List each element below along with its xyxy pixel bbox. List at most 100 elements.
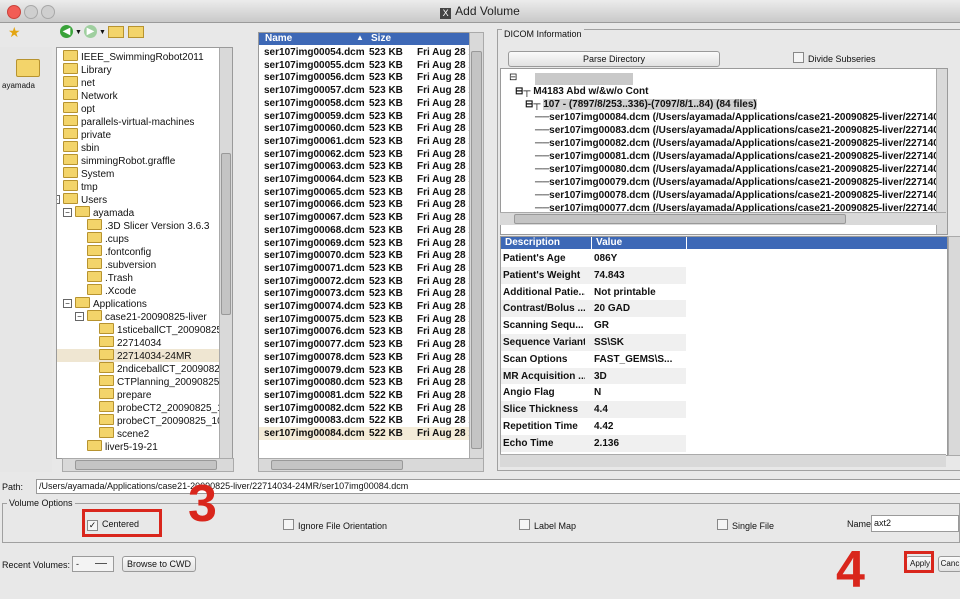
file-row[interactable]: ser107img00055.dcm 523 KB Fri Aug 28 1: [259, 59, 469, 72]
tags-table-hscroll[interactable]: [500, 454, 946, 467]
file-row[interactable]: ser107img00059.dcm 523 KB Fri Aug 28 1: [259, 110, 469, 123]
folder-tree-item[interactable]: .fontconfig: [87, 245, 151, 258]
file-row[interactable]: ser107img00077.dcm 523 KB Fri Aug 28 1: [259, 338, 469, 351]
folder-tree-item[interactable]: 22714034: [99, 336, 162, 349]
folder-tree-item[interactable]: .subversion: [87, 258, 156, 271]
folder-tree-item[interactable]: − case21-20090825-liver: [75, 310, 207, 323]
series-file-node[interactable]: ──ser107img00079.dcm (/Users/ayamada/App…: [535, 177, 947, 188]
folder-tree-hscroll-thumb[interactable]: [75, 460, 217, 470]
collapse-toggle-icon[interactable]: −: [75, 312, 84, 321]
folder-tree-item[interactable]: liver5-19-21: [87, 440, 158, 453]
tags-table-vscroll[interactable]: [948, 236, 960, 456]
file-row[interactable]: ser107img00084.dcm 522 KB Fri Aug 28 1: [259, 427, 469, 440]
folder-tree-hscroll[interactable]: [62, 458, 234, 472]
value-column-header[interactable]: Value: [596, 237, 622, 248]
folder-tree-item[interactable]: .cups: [87, 232, 129, 245]
file-row[interactable]: ser107img00079.dcm 523 KB Fri Aug 28 1: [259, 364, 469, 377]
folder-tree-item[interactable]: IEEE_SwimmingRobot2011: [63, 50, 204, 63]
tag-row[interactable]: Echo Time 2.136: [501, 434, 686, 453]
file-row[interactable]: ser107img00075.dcm 523 KB Fri Aug 28 1: [259, 313, 469, 326]
folder-tree-item[interactable]: simmingRobot.graffle: [63, 154, 175, 167]
file-row[interactable]: ser107img00073.dcm 523 KB Fri Aug 28 1: [259, 287, 469, 300]
series-file-node[interactable]: ──ser107img00080.dcm (/Users/ayamada/App…: [535, 164, 947, 175]
series-node[interactable]: ⊟┬ 107 - (7897/8/253..336)-(7097/8/1..84…: [525, 99, 757, 110]
file-row[interactable]: ser107img00072.dcm 523 KB Fri Aug 28 1: [259, 275, 469, 288]
file-row[interactable]: ser107img00082.dcm 522 KB Fri Aug 28 1: [259, 402, 469, 415]
file-row[interactable]: ser107img00060.dcm 523 KB Fri Aug 28 1: [259, 122, 469, 135]
file-row[interactable]: ser107img00068.dcm 523 KB Fri Aug 28 1: [259, 224, 469, 237]
home-folder-icon[interactable]: [16, 59, 40, 77]
file-row[interactable]: ser107img00057.dcm 523 KB Fri Aug 28 1: [259, 84, 469, 97]
forward-arrow-icon[interactable]: ▶: [84, 25, 97, 38]
file-row[interactable]: ser107img00065.dcm 523 KB Fri Aug 28 1: [259, 186, 469, 199]
ignore-orientation-checkbox[interactable]: Ignore File Orientation: [283, 519, 387, 531]
file-row[interactable]: ser107img00069.dcm 523 KB Fri Aug 28 1: [259, 237, 469, 250]
folder-tree-scroll-thumb[interactable]: [221, 153, 231, 315]
divide-subseries-checkbox[interactable]: Divide Subseries: [793, 52, 876, 64]
name-column-header[interactable]: Name: [265, 33, 292, 44]
name-input[interactable]: axt2: [871, 515, 959, 532]
back-arrow-icon[interactable]: ◀: [60, 25, 73, 38]
tag-row[interactable]: Patient's Age 086Y: [501, 250, 686, 268]
folder-tree-item[interactable]: .3D Slicer Version 3.6.3: [87, 219, 210, 232]
new-folder-icon[interactable]: [128, 26, 144, 38]
file-row[interactable]: ser107img00081.dcm 522 KB Fri Aug 28 1: [259, 389, 469, 402]
favorites-star-icon[interactable]: ★: [8, 24, 21, 41]
folder-tree-item[interactable]: 22714034-24MR: [57, 349, 232, 362]
series-file-node[interactable]: ──ser107img00082.dcm (/Users/ayamada/App…: [535, 138, 947, 149]
divide-subseries-box[interactable]: [793, 52, 804, 63]
file-list-vscroll[interactable]: [469, 32, 484, 459]
folder-tree-item[interactable]: System: [63, 167, 114, 180]
folder-tree-item[interactable]: private: [63, 128, 111, 141]
forward-dropdown-icon[interactable]: ▼: [99, 29, 106, 36]
tag-row[interactable]: Repetition Time 4.42: [501, 418, 686, 436]
folder-tree-item[interactable]: net: [63, 76, 95, 89]
folder-tree-item[interactable]: probeCT_20090825_10: [99, 414, 223, 427]
file-row[interactable]: ser107img00062.dcm 523 KB Fri Aug 28 1: [259, 148, 469, 161]
parse-directory-button[interactable]: Parse Directory: [508, 51, 720, 67]
tag-row[interactable]: Scanning Sequ... GR: [501, 317, 686, 336]
file-row[interactable]: ser107img00067.dcm 523 KB Fri Aug 28 1: [259, 211, 469, 224]
file-row[interactable]: ser107img00066.dcm 523 KB Fri Aug 28 1: [259, 198, 469, 211]
folder-tree-item[interactable]: parallels-virtual-machines: [63, 115, 194, 128]
tag-row[interactable]: Additional Patie... Not printable: [501, 283, 686, 302]
file-row[interactable]: ser107img00064.dcm 523 KB Fri Aug 28 1: [259, 173, 469, 186]
folder-tree-vscroll[interactable]: [219, 48, 232, 458]
file-list-scroll-thumb[interactable]: [471, 51, 482, 449]
ignore-orientation-box[interactable]: [283, 519, 294, 530]
path-input[interactable]: /Users/ayamada/Applications/case21-20090…: [36, 479, 960, 494]
folder-tree-item[interactable]: prepare: [99, 388, 151, 401]
tag-row[interactable]: Patient's Weight 74.843: [501, 266, 686, 285]
tag-row[interactable]: Scan Options FAST_GEMS\S...: [501, 350, 686, 369]
tag-row[interactable]: Sequence Variant SS\SK: [501, 334, 686, 352]
file-row[interactable]: ser107img00054.dcm 523 KB Fri Aug 28 1: [259, 46, 469, 59]
file-row[interactable]: ser107img00058.dcm 523 KB Fri Aug 28 1: [259, 97, 469, 110]
folder-tree-item[interactable]: probeCT2_20090825_1: [99, 401, 223, 414]
collapse-toggle-icon[interactable]: −: [63, 208, 72, 217]
size-column-header[interactable]: Size: [371, 33, 391, 44]
folder-tree-item[interactable]: 2ndiceballCT_2009082: [99, 362, 220, 375]
folder-tree-item[interactable]: opt: [63, 102, 95, 115]
file-list-hscroll[interactable]: [258, 458, 484, 472]
folder-tree-item[interactable]: scene2: [99, 427, 149, 440]
folder-tree-item[interactable]: .Trash: [87, 271, 133, 284]
file-row[interactable]: ser107img00063.dcm 523 KB Fri Aug 28 1: [259, 160, 469, 173]
single-file-box[interactable]: [717, 519, 728, 530]
folder-tree-item[interactable]: Network: [63, 89, 118, 102]
file-list-hscroll-thumb[interactable]: [271, 460, 403, 470]
collapse-toggle-icon[interactable]: −: [57, 195, 60, 204]
tag-row[interactable]: Slice Thickness 4.4: [501, 401, 686, 420]
folder-tree-item[interactable]: .Xcode: [87, 284, 136, 297]
series-file-node[interactable]: ──ser107img00083.dcm (/Users/ayamada/App…: [535, 125, 947, 136]
parent-folder-icon[interactable]: [108, 26, 124, 38]
file-row[interactable]: ser107img00074.dcm 523 KB Fri Aug 28 1: [259, 300, 469, 313]
root-node-icon[interactable]: ⊟: [509, 72, 517, 83]
tag-row[interactable]: Contrast/Bolus ... 20 GAD: [501, 300, 686, 319]
file-row[interactable]: ser107img00061.dcm 523 KB Fri Aug 28 1: [259, 135, 469, 148]
series-tree-hscroll-thumb[interactable]: [514, 214, 846, 224]
sort-indicator-icon[interactable]: ▲: [356, 33, 364, 42]
label-map-box[interactable]: [519, 519, 530, 530]
folder-tree-item[interactable]: 1sticeballCT_20090825: [99, 323, 222, 336]
series-file-node[interactable]: ──ser107img00078.dcm (/Users/ayamada/App…: [535, 190, 947, 201]
series-file-node[interactable]: ──ser107img00081.dcm (/Users/ayamada/App…: [535, 151, 947, 162]
